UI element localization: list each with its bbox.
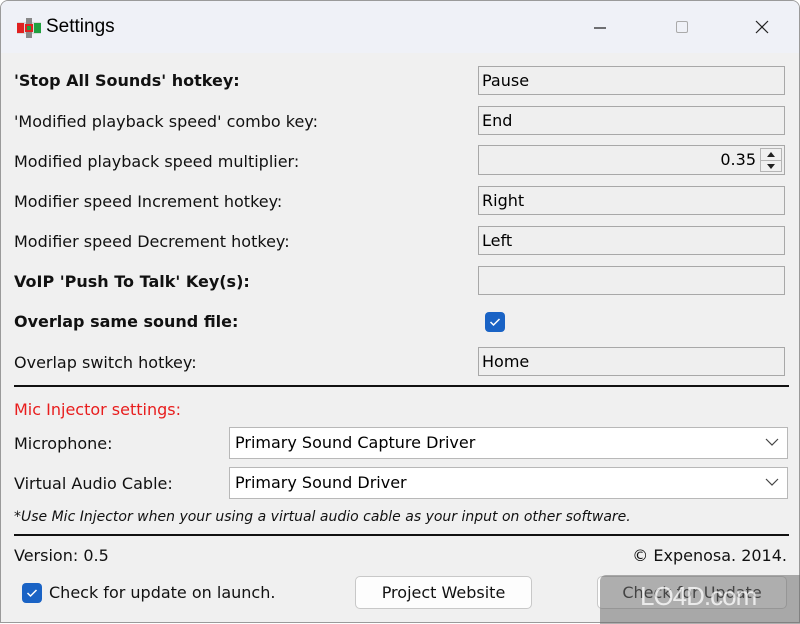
minimize-icon bbox=[594, 27, 606, 29]
microphone-select-value: Primary Sound Capture Driver bbox=[235, 433, 476, 452]
settings-content: 'Stop All Sounds' hotkey: Pause 'Modifie… bbox=[1, 53, 799, 622]
watermark: LO4D.com bbox=[600, 575, 800, 624]
microphone-select[interactable]: Primary Sound Capture Driver bbox=[229, 427, 788, 459]
microphone-label: Microphone: bbox=[14, 434, 113, 453]
checkmark-icon bbox=[26, 589, 38, 598]
spin-up-button[interactable] bbox=[761, 149, 781, 161]
virtual-audio-cable-select[interactable]: Primary Sound Driver bbox=[229, 467, 788, 499]
spinner-buttons bbox=[760, 148, 782, 172]
virtual-audio-cable-select-value: Primary Sound Driver bbox=[235, 473, 407, 492]
speed-multiplier-value[interactable]: 0.35 bbox=[720, 146, 756, 174]
speed-decrement-hotkey-field[interactable]: Left bbox=[478, 226, 785, 255]
arrow-up-icon bbox=[767, 152, 775, 157]
playback-speed-combo-key-field[interactable]: End bbox=[478, 106, 785, 135]
title-bar: Settings bbox=[1, 1, 799, 53]
app-logo-icon bbox=[17, 18, 41, 38]
spin-down-button[interactable] bbox=[761, 161, 781, 172]
speed-multiplier-spinner[interactable]: 0.35 bbox=[478, 145, 785, 175]
speed-increment-hotkey-field[interactable]: Right bbox=[478, 186, 785, 215]
virtual-audio-cable-label: Virtual Audio Cable: bbox=[14, 474, 173, 493]
maximize-button[interactable] bbox=[659, 9, 705, 45]
chevron-down-icon bbox=[765, 438, 779, 446]
close-icon bbox=[755, 20, 769, 34]
speed-increment-label: Modifier speed Increment hotkey: bbox=[14, 192, 283, 211]
project-website-button[interactable]: Project Website bbox=[355, 576, 532, 609]
overlap-sound-checkbox[interactable] bbox=[485, 312, 505, 332]
arrow-down-icon bbox=[767, 164, 775, 169]
check-update-on-launch-label[interactable]: Check for update on launch. bbox=[49, 583, 275, 602]
stop-all-sounds-hotkey-field[interactable]: Pause bbox=[478, 66, 785, 95]
mic-injector-title: Mic Injector settings: bbox=[14, 400, 181, 419]
mic-injector-note: *Use Mic Injector when your using a virt… bbox=[14, 509, 631, 525]
overlap-sound-label: Overlap same sound file: bbox=[14, 312, 239, 331]
divider bbox=[14, 385, 789, 387]
settings-window: Settings 'Stop All Sounds' hotkey: Pause… bbox=[0, 0, 800, 623]
speed-decrement-label: Modifier speed Decrement hotkey: bbox=[14, 232, 290, 251]
playback-speed-combo-label: 'Modified playback speed' combo key: bbox=[14, 112, 318, 131]
push-to-talk-keys-field[interactable] bbox=[478, 266, 785, 295]
close-button[interactable] bbox=[739, 9, 785, 45]
window-title: Settings bbox=[46, 16, 115, 37]
version-label: Version: 0.5 bbox=[14, 546, 109, 565]
copyright-label: © Expenosa. 2014. bbox=[632, 546, 787, 565]
chevron-down-icon bbox=[765, 478, 779, 486]
watermark-text: LO4D.com bbox=[640, 581, 757, 611]
checkmark-icon bbox=[489, 318, 501, 327]
maximize-icon bbox=[676, 21, 688, 33]
push-to-talk-label: VoIP 'Push To Talk' Key(s): bbox=[14, 272, 250, 291]
stop-all-sounds-label: 'Stop All Sounds' hotkey: bbox=[14, 71, 240, 90]
overlap-switch-hotkey-field[interactable]: Home bbox=[478, 347, 785, 376]
speed-multiplier-label: Modified playback speed multiplier: bbox=[14, 152, 300, 171]
minimize-button[interactable] bbox=[577, 9, 623, 45]
overlap-switch-label: Overlap switch hotkey: bbox=[14, 353, 197, 372]
check-update-on-launch-checkbox[interactable] bbox=[22, 583, 42, 603]
divider bbox=[14, 534, 789, 536]
